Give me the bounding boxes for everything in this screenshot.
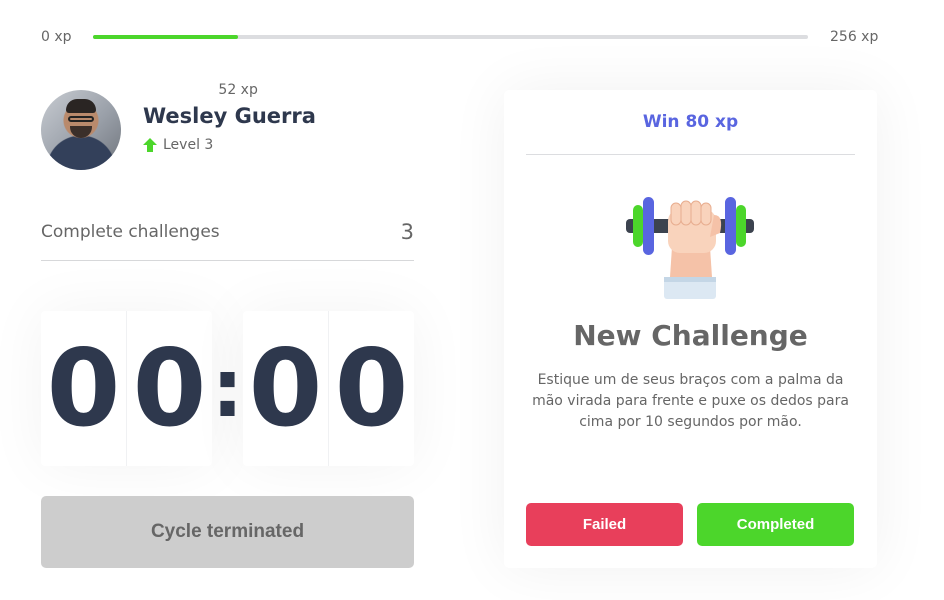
challenge-title: New Challenge xyxy=(573,319,808,352)
xp-progress-track: 52 xp xyxy=(93,35,808,98)
countdown: 0 0 : 0 0 xyxy=(41,311,414,466)
countdown-separator: : xyxy=(211,342,244,435)
avatar xyxy=(41,90,121,170)
avatar-beard xyxy=(70,126,92,138)
user-name: Wesley Guerra xyxy=(143,104,316,128)
failed-button[interactable]: Failed xyxy=(526,503,683,546)
level-row: Level 3 xyxy=(143,137,213,153)
xp-max-label: 256 xp xyxy=(830,29,879,45)
second-digit-left: 0 xyxy=(248,327,323,450)
challenge-card: Win 80 xp New Challenge Estique um de se… xyxy=(504,90,877,568)
completed-button[interactable]: Completed xyxy=(697,503,854,546)
xp-progress-fill xyxy=(93,35,239,39)
cycle-terminated-button[interactable]: Cycle terminated xyxy=(41,496,414,568)
avatar-glasses xyxy=(68,116,94,122)
minute-digit-left: 0 xyxy=(46,327,121,450)
countdown-seconds: 0 0 xyxy=(243,311,414,466)
level-label: Level 3 xyxy=(163,137,214,153)
minute-digit-right: 0 xyxy=(126,311,212,466)
avatar-hair xyxy=(66,99,96,113)
profile: Wesley Guerra Level 3 xyxy=(41,90,421,170)
dumbbell-hand-icon xyxy=(626,197,754,299)
challenge-reward: Win 80 xp xyxy=(526,90,855,155)
countdown-minutes: 0 0 xyxy=(41,311,212,466)
second-digit-right: 0 xyxy=(328,311,414,466)
completed-challenges-count: 3 xyxy=(400,220,414,244)
level-up-arrow-icon xyxy=(143,138,157,152)
completed-challenges: Complete challenges 3 xyxy=(41,218,414,261)
xp-bar: 0 xp 52 xp 256 xp xyxy=(0,0,944,98)
xp-min-label: 0 xp xyxy=(41,29,72,45)
challenge-description: Estique um de seus braços com a palma da… xyxy=(532,372,849,430)
completed-challenges-label: Complete challenges xyxy=(41,222,220,242)
